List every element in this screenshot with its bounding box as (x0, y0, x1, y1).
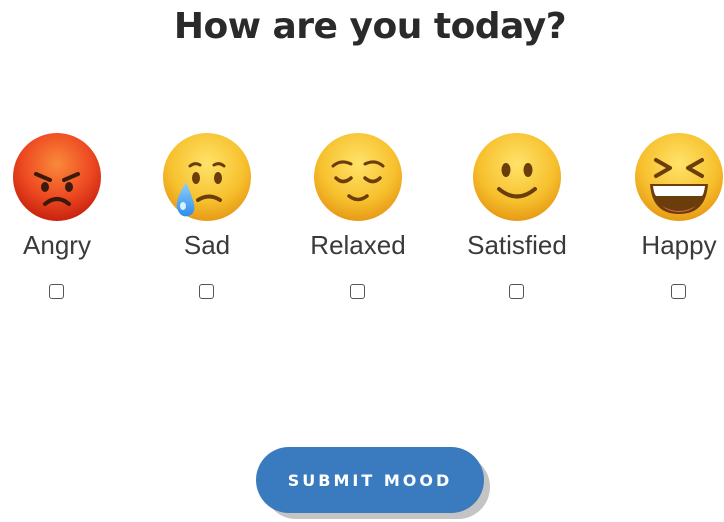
mood-option-sad[interactable]: Sad (142, 120, 272, 330)
mood-checkbox-relaxed[interactable] (350, 284, 365, 299)
mood-checkbox-satisfied[interactable] (509, 284, 524, 299)
mood-label-happy: Happy (641, 230, 717, 260)
mood-label-angry: Angry (23, 230, 91, 260)
mood-label-relaxed: Relaxed (310, 230, 406, 260)
submit-mood-button[interactable]: SUBMIT MOOD (256, 447, 484, 513)
submit-button-wrapper: SUBMIT MOOD (256, 447, 490, 521)
angry-face-icon[interactable] (12, 132, 102, 222)
mood-option-relaxed[interactable]: Relaxed (293, 120, 423, 330)
mood-checkbox-angry[interactable] (49, 284, 64, 299)
relieved-face-icon[interactable] (313, 132, 403, 222)
mood-label-satisfied: Satisfied (467, 230, 567, 260)
page-title: How are you today? (173, 6, 567, 47)
slightly-smiling-face-icon[interactable] (472, 132, 562, 222)
grinning-squinting-face-icon[interactable] (634, 132, 724, 222)
mood-option-angry[interactable]: Angry (0, 120, 122, 330)
crying-face-icon[interactable] (162, 132, 252, 222)
mood-page: How are you today? Angry Sad Relaxed Sat… (0, 0, 724, 522)
mood-checkbox-happy[interactable] (671, 284, 686, 299)
mood-checkbox-sad[interactable] (199, 284, 214, 299)
mood-option-happy[interactable]: Happy (614, 120, 724, 330)
mood-label-sad: Sad (183, 230, 231, 260)
mood-option-satisfied[interactable]: Satisfied (452, 120, 582, 330)
